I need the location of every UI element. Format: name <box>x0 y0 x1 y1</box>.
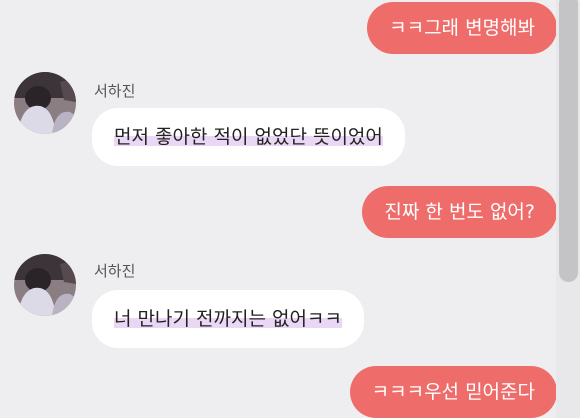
avatar[interactable] <box>14 254 76 316</box>
received-message-bubble[interactable]: 먼저 좋아한 적이 없었단 뜻이었어 <box>92 108 405 166</box>
chat-window: ㅋㅋ그래 변명해봐 서하진 먼저 좋아한 적이 없었단 뜻이었어 진짜 한 번도… <box>0 0 580 418</box>
avatar[interactable] <box>14 72 76 134</box>
received-message-bubble[interactable]: 너 만나기 전까지는 없어ㅋㅋ <box>92 290 364 348</box>
scrollbar[interactable] <box>556 0 580 418</box>
avatar-photo-icon <box>14 72 76 134</box>
scroll-thumb[interactable] <box>559 0 578 282</box>
sender-name: 서하진 <box>94 262 136 280</box>
avatar-photo-icon <box>14 254 76 316</box>
message-text: 먼저 좋아한 적이 없었단 뜻이었어 <box>114 126 383 148</box>
sent-message-bubble[interactable]: ㅋㅋ그래 변명해봐 <box>367 2 557 54</box>
sender-name: 서하진 <box>94 82 136 100</box>
message-text: 너 만나기 전까지는 없어ㅋㅋ <box>114 308 342 330</box>
sent-message-bubble[interactable]: 진짜 한 번도 없어? <box>362 186 557 238</box>
sent-message-bubble[interactable]: ㅋㅋㅋ우선 믿어준다 <box>349 366 557 418</box>
